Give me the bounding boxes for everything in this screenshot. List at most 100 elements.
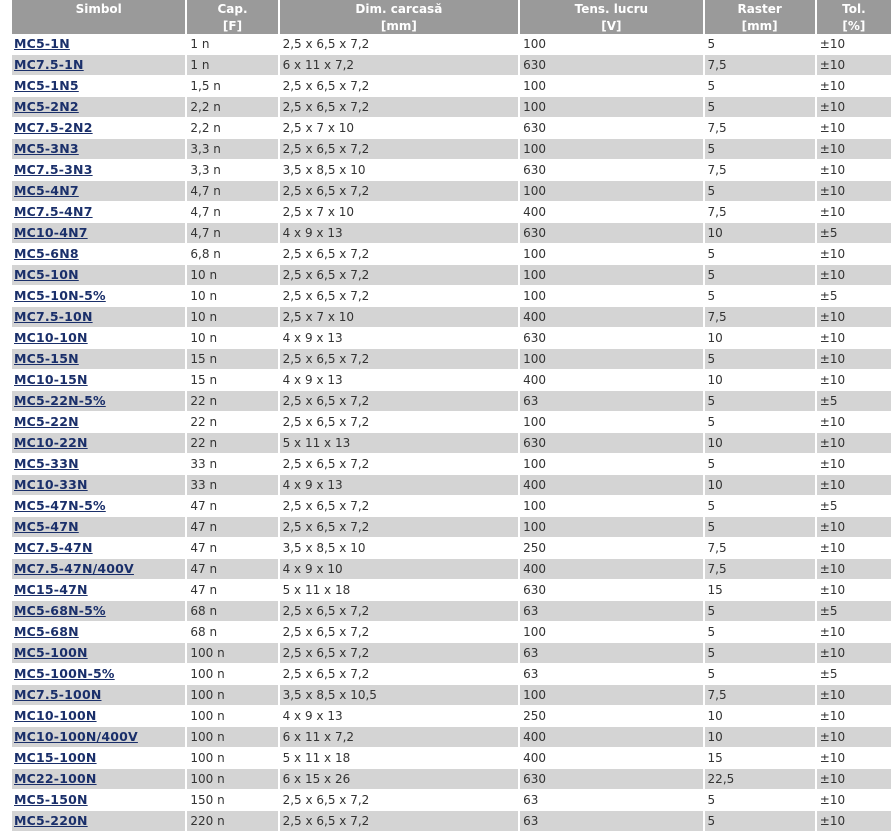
tol-cell: ±10	[816, 34, 891, 55]
symbol-link[interactable]: MC5-47N	[14, 519, 79, 534]
capacitor-table: Simbol Cap. Dim. carcasă Tens. lucru Ras…	[10, 0, 893, 832]
tens-cell: 100	[520, 622, 703, 643]
symbol-cell: MC5-10N	[12, 265, 186, 286]
symbol-link[interactable]: MC10-22N	[14, 435, 88, 450]
symbol-cell: MC5-100N	[12, 643, 186, 664]
tol-cell: ±10	[816, 538, 891, 559]
symbol-cell: MC5-68N-5%	[12, 601, 186, 622]
symbol-link[interactable]: MC7.5-4N7	[14, 204, 93, 219]
raster-cell: 7,5	[704, 55, 815, 76]
cap-cell: 33 n	[187, 475, 278, 496]
dim-cell: 3,5 x 8,5 x 10	[279, 160, 519, 181]
raster-cell: 5	[704, 643, 815, 664]
symbol-link[interactable]: MC5-4N7	[14, 183, 79, 198]
cap-cell: 47 n	[187, 580, 278, 601]
symbol-link[interactable]: MC7.5-2N2	[14, 120, 93, 135]
tol-cell: ±10	[816, 55, 891, 76]
raster-cell: 10	[704, 223, 815, 244]
table-body: MC5-1N 1 n 2,5 x 6,5 x 7,2 100 5 ±10 MC7.5-1N 1…	[12, 34, 891, 832]
table-row: MC5-2N2 2,2 n 2,5 x 6,5 x 7,2 100 5 ±10	[12, 97, 891, 118]
col-tol-header: Tol.	[816, 0, 891, 17]
symbol-link[interactable]: MC5-22N-5%	[14, 393, 106, 408]
table-row: MC5-6N8 6,8 n 2,5 x 6,5 x 7,2 100 5 ±10	[12, 244, 891, 265]
tol-cell: ±5	[816, 601, 891, 622]
symbol-cell: MC7.5-47N/400V	[12, 559, 186, 580]
symbol-link[interactable]: MC10-100N	[14, 708, 97, 723]
raster-cell: 5	[704, 97, 815, 118]
dim-cell: 2,5 x 6,5 x 7,2	[279, 664, 519, 685]
table-row: MC7.5-100N 100 n 3,5 x 8,5 x 10,5 100 7,5 ±10	[12, 685, 891, 706]
tens-cell: 100	[520, 76, 703, 97]
symbol-link[interactable]: MC5-2N2	[14, 99, 79, 114]
table-row: MC10-100N 100 n4 x 9 x 13 250 10 ±10	[12, 706, 891, 727]
raster-cell: 7,5	[704, 307, 815, 328]
symbol-link[interactable]: MC10-100N/400V	[14, 729, 138, 744]
cap-cell: 100 n	[187, 769, 278, 790]
symbol-link[interactable]: MC5-100N	[14, 645, 88, 660]
symbol-link[interactable]: MC10-15N	[14, 372, 88, 387]
symbol-link[interactable]: MC5-1N5	[14, 78, 79, 93]
dim-cell: 2,5 x 7 x 10	[279, 307, 519, 328]
tol-cell: ±10	[816, 685, 891, 706]
symbol-link[interactable]: MC5-33N	[14, 456, 79, 471]
symbol-link[interactable]: MC7.5-47N/400V	[14, 561, 134, 576]
cap-cell: 3,3 n	[187, 160, 278, 181]
symbol-link[interactable]: MC5-22N	[14, 414, 79, 429]
symbol-link[interactable]: MC5-10N	[14, 267, 79, 282]
cap-cell: 47 n	[187, 496, 278, 517]
symbol-link[interactable]: MC5-6N8	[14, 246, 79, 261]
tol-cell: ±10	[816, 475, 891, 496]
symbol-link[interactable]: MC5-15N	[14, 351, 79, 366]
tol-cell: ±5	[816, 286, 891, 307]
dim-cell: 5 x 11 x 13	[279, 433, 519, 454]
symbol-link[interactable]: MC5-68N	[14, 624, 79, 639]
raster-cell: 10	[704, 475, 815, 496]
tens-cell: 100	[520, 181, 703, 202]
symbol-cell: MC5-33N	[12, 454, 186, 475]
tol-cell: ±10	[816, 790, 891, 811]
table-row: MC5-47N-5% 47 n 2,5 x 6,5 x 7,2 100 5 ±5	[12, 496, 891, 517]
table-row: MC5-68N-5% 68 n 2,5 x 6,5 x 7,2 63 5 ±5	[12, 601, 891, 622]
symbol-link[interactable]: MC5-220N	[14, 813, 88, 828]
raster-cell: 5	[704, 664, 815, 685]
tol-cell: ±10	[816, 517, 891, 538]
symbol-link[interactable]: MC15-47N	[14, 582, 88, 597]
dim-cell: 6 x 11 x 7,2	[279, 55, 519, 76]
dim-cell: 2,5 x 6,5 x 7,2	[279, 412, 519, 433]
table-row: MC15-100N 100 n5 x 11 x 18 400 15 ±10	[12, 748, 891, 769]
dim-cell: 5 x 11 x 18	[279, 748, 519, 769]
symbol-link[interactable]: MC7.5-100N	[14, 687, 102, 702]
symbol-link[interactable]: MC10-4N7	[14, 225, 88, 240]
symbol-link[interactable]: MC7.5-10N	[14, 309, 93, 324]
cap-cell: 6,8 n	[187, 244, 278, 265]
symbol-link[interactable]: MC22-100N	[14, 771, 97, 786]
tol-cell: ±10	[816, 769, 891, 790]
symbol-link[interactable]: MC5-10N-5%	[14, 288, 106, 303]
symbol-link[interactable]: MC5-47N-5%	[14, 498, 106, 513]
dim-cell: 2,5 x 7 x 10	[279, 118, 519, 139]
symbol-link[interactable]: MC7.5-47N	[14, 540, 93, 555]
symbol-link[interactable]: MC10-33N	[14, 477, 88, 492]
dim-cell: 2,5 x 6,5 x 7,2	[279, 391, 519, 412]
raster-cell: 10	[704, 370, 815, 391]
symbol-link[interactable]: MC5-68N-5%	[14, 603, 106, 618]
tol-cell: ±10	[816, 811, 891, 832]
symbol-link[interactable]: MC15-100N	[14, 750, 97, 765]
symbol-link[interactable]: MC5-100N-5%	[14, 666, 115, 681]
symbol-link[interactable]: MC10-10N	[14, 330, 88, 345]
table-row: MC5-10N-5% 10 n 2,5 x 6,5 x 7,2 100 5 ±5	[12, 286, 891, 307]
symbol-link[interactable]: MC7.5-1N	[14, 57, 84, 72]
symbol-link[interactable]: MC5-1N	[14, 36, 70, 51]
tens-cell: 63	[520, 790, 703, 811]
symbol-link[interactable]: MC7.5-3N3	[14, 162, 93, 177]
tens-cell: 400	[520, 727, 703, 748]
cap-cell: 100 n	[187, 664, 278, 685]
dim-cell: 2,5 x 6,5 x 7,2	[279, 286, 519, 307]
symbol-link[interactable]: MC5-150N	[14, 792, 88, 807]
symbol-link[interactable]: MC5-3N3	[14, 141, 79, 156]
cap-cell: 2,2 n	[187, 97, 278, 118]
dim-cell: 2,5 x 6,5 x 7,2	[279, 34, 519, 55]
cap-cell: 68 n	[187, 622, 278, 643]
dim-cell: 2,5 x 6,5 x 7,2	[279, 97, 519, 118]
table-row: MC5-3N3 3,3 n 2,5 x 6,5 x 7,2 100 5 ±10	[12, 139, 891, 160]
